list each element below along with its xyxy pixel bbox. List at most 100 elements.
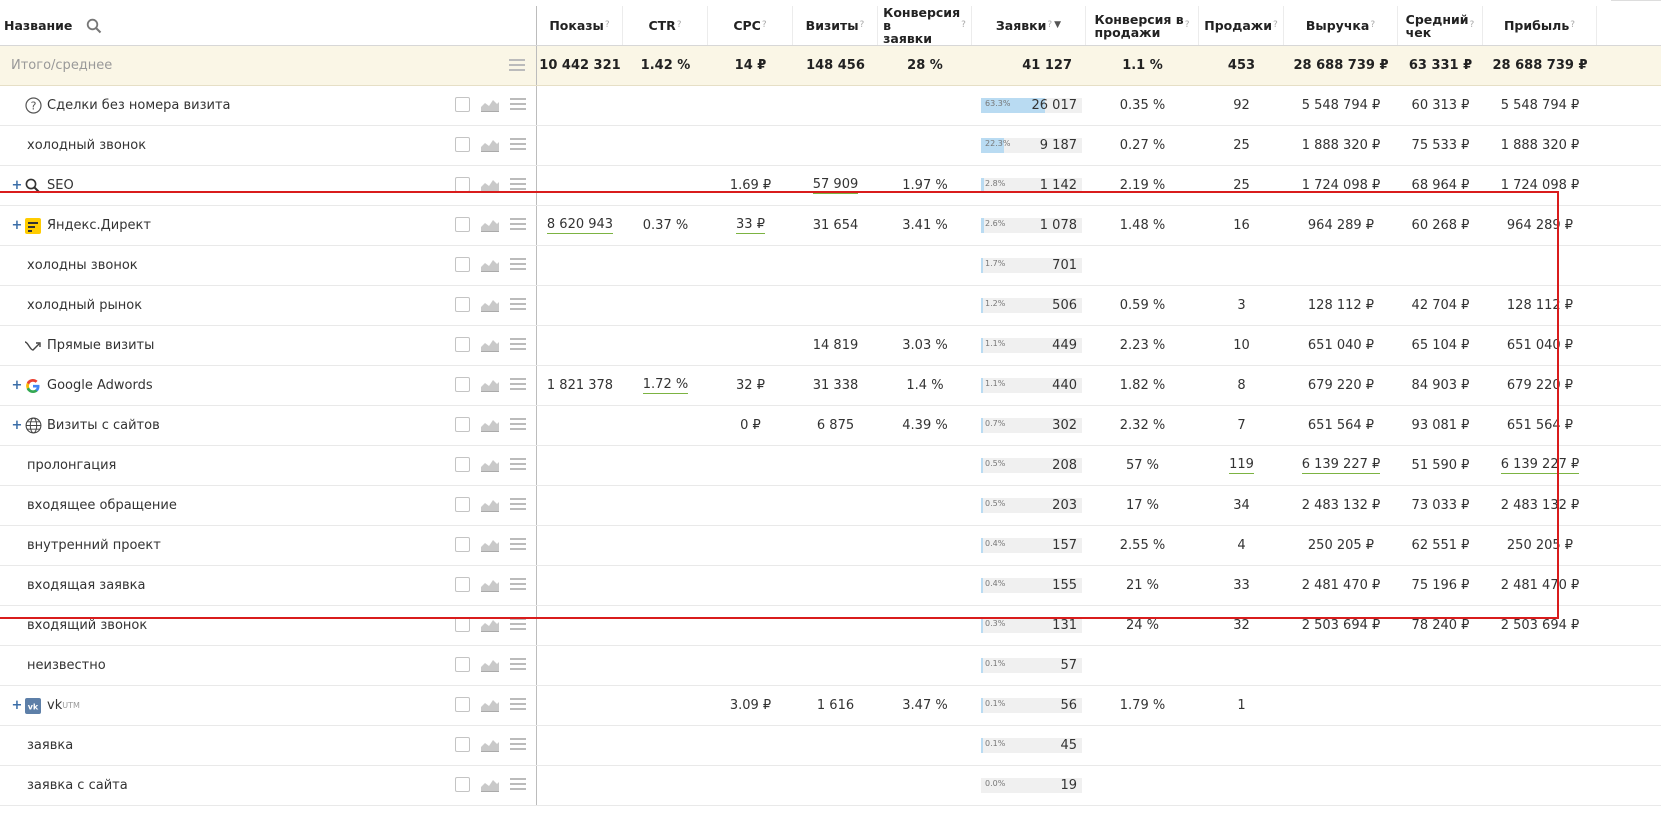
- row-label[interactable]: vk: [47, 698, 62, 713]
- table-cell: [708, 766, 793, 805]
- chart-icon[interactable]: [481, 778, 499, 792]
- chart-icon[interactable]: [481, 698, 499, 712]
- help-icon[interactable]: ?: [762, 19, 767, 32]
- search-icon[interactable]: [86, 18, 102, 34]
- total-cell: 41 127: [1022, 58, 1072, 73]
- row-checkbox[interactable]: [455, 657, 470, 672]
- total-cell: 63 331 ₽: [1408, 58, 1473, 73]
- list-icon[interactable]: [510, 777, 528, 792]
- list-icon[interactable]: [509, 59, 527, 73]
- column-header-10[interactable]: Средний чек?: [1398, 6, 1483, 45]
- table-cell: [878, 726, 972, 765]
- help-icon[interactable]: ?: [1047, 19, 1052, 32]
- table-cell: [1483, 686, 1597, 725]
- table-cell: 1 616: [793, 686, 878, 725]
- svg-text:vk: vk: [28, 702, 39, 711]
- list-icon[interactable]: [510, 137, 528, 152]
- cell-value: 1 888 320 ₽: [1500, 138, 1580, 153]
- chart-icon[interactable]: [481, 618, 499, 632]
- table-row[interactable]: заявка с сайта 0.0% 19: [0, 766, 1661, 806]
- leads-share-percent: 0.0%: [985, 779, 1006, 788]
- chart-icon[interactable]: [481, 738, 499, 752]
- column-label: Визиты: [805, 18, 859, 33]
- leads-share-fill: [981, 738, 983, 753]
- list-icon[interactable]: [510, 657, 528, 672]
- leads-share-percent: 22.3%: [985, 139, 1011, 148]
- column-header-4[interactable]: Визиты?: [793, 6, 878, 45]
- column-header-7[interactable]: Конверсия в продажи?: [1086, 6, 1199, 45]
- table-row[interactable]: холодный звонок 22.3% 9 187 0.27 % 25 1 888 3…: [0, 126, 1661, 166]
- column-header-9[interactable]: Выручка?: [1284, 6, 1398, 45]
- list-icon[interactable]: [510, 737, 528, 752]
- expand-icon[interactable]: +: [10, 698, 24, 713]
- table-row[interactable]: заявка 0.1% 45: [0, 726, 1661, 766]
- row-checkbox[interactable]: [455, 177, 470, 192]
- cell-value: 2 503 694 ₽: [1301, 618, 1381, 633]
- cell-value: 0.35 %: [1119, 98, 1166, 113]
- row-label[interactable]: входящий звонок: [27, 618, 147, 633]
- row-checkbox[interactable]: [455, 737, 470, 752]
- chart-icon[interactable]: [481, 138, 499, 152]
- table-row[interactable]: + vk vk UTM 3.09 ₽1 616 3.47 % 0.1% 56 1.79 % 1: [0, 686, 1661, 726]
- help-icon[interactable]: ?: [1185, 19, 1190, 32]
- leads-count: 19: [1060, 778, 1077, 793]
- row-name-cell: холодный звонок: [0, 126, 537, 165]
- total-name: Итого/среднее: [11, 58, 113, 73]
- column-header-6[interactable]: Заявки? ▼: [972, 6, 1086, 45]
- row-name-cell: заявка: [0, 726, 537, 765]
- help-icon[interactable]: ?: [1370, 19, 1375, 32]
- leads-count: 9 187: [1039, 138, 1077, 153]
- cell-value: 5 548 794 ₽: [1500, 98, 1580, 113]
- table-row[interactable]: неизвестно 0.1% 57: [0, 646, 1661, 686]
- table-cell: [1086, 646, 1199, 685]
- row-label[interactable]: Сделки без номера визита: [47, 98, 231, 113]
- column-label: CTR: [648, 18, 676, 33]
- row-checkbox[interactable]: [455, 777, 470, 792]
- table-row[interactable]: ? Сделки без номера визита 63.3% 26 017 0.35…: [0, 86, 1661, 126]
- chart-icon[interactable]: [481, 178, 499, 192]
- column-header-name[interactable]: Название: [0, 6, 537, 45]
- help-icon[interactable]: ?: [1273, 19, 1278, 32]
- column-header-1[interactable]: Показы?: [537, 6, 623, 45]
- column-header-11[interactable]: Прибыль?: [1483, 6, 1597, 45]
- table-cell: [1199, 646, 1284, 685]
- list-icon[interactable]: [510, 97, 528, 112]
- help-icon[interactable]: ?: [605, 19, 610, 32]
- table-cell: [1483, 646, 1597, 685]
- total-cell: 28 688 739 ₽: [1492, 58, 1588, 73]
- row-label[interactable]: заявка с сайта: [27, 778, 128, 793]
- column-header-5[interactable]: Конверсия в заявки?: [878, 6, 972, 45]
- sort-desc-icon[interactable]: ▼: [1054, 19, 1061, 32]
- list-icon[interactable]: [510, 617, 528, 632]
- column-header-2[interactable]: CTR?: [623, 6, 708, 45]
- row-checkbox[interactable]: [455, 97, 470, 112]
- leads-share-percent: 63.3%: [985, 99, 1011, 108]
- table-cell: 1.79 %: [1086, 686, 1199, 725]
- help-icon[interactable]: ?: [961, 19, 966, 32]
- row-label[interactable]: неизвестно: [27, 658, 106, 673]
- row-checkbox[interactable]: [455, 137, 470, 152]
- list-icon[interactable]: [510, 697, 528, 712]
- table-header: Название Показы? CTR? CPC? Визиты? Конверсия…: [0, 6, 1661, 46]
- column-label: Продажи: [1204, 18, 1272, 33]
- total-cell: 148 456: [806, 58, 865, 73]
- row-checkbox[interactable]: [455, 697, 470, 712]
- help-icon[interactable]: ?: [1570, 19, 1575, 32]
- row-label[interactable]: холодный звонок: [27, 138, 146, 153]
- chart-icon[interactable]: [481, 658, 499, 672]
- leads-share-bar: 0.1% 56: [981, 698, 1082, 713]
- total-cell: 28 688 739 ₽: [1293, 58, 1389, 73]
- column-label: Заявки: [995, 18, 1047, 33]
- chart-icon[interactable]: [481, 98, 499, 112]
- column-header-3[interactable]: CPC?: [708, 6, 793, 45]
- row-checkbox[interactable]: [455, 617, 470, 632]
- row-label[interactable]: заявка: [27, 738, 73, 753]
- column-header-8[interactable]: Продажи?: [1199, 6, 1284, 45]
- list-icon[interactable]: [510, 177, 528, 192]
- help-icon[interactable]: ?: [677, 19, 682, 32]
- leads-share-fill: [981, 698, 983, 713]
- help-icon[interactable]: ?: [860, 19, 865, 32]
- help-icon[interactable]: ?: [1470, 19, 1475, 32]
- table-cell: [537, 126, 623, 165]
- table-cell: 3.09 ₽: [708, 686, 793, 725]
